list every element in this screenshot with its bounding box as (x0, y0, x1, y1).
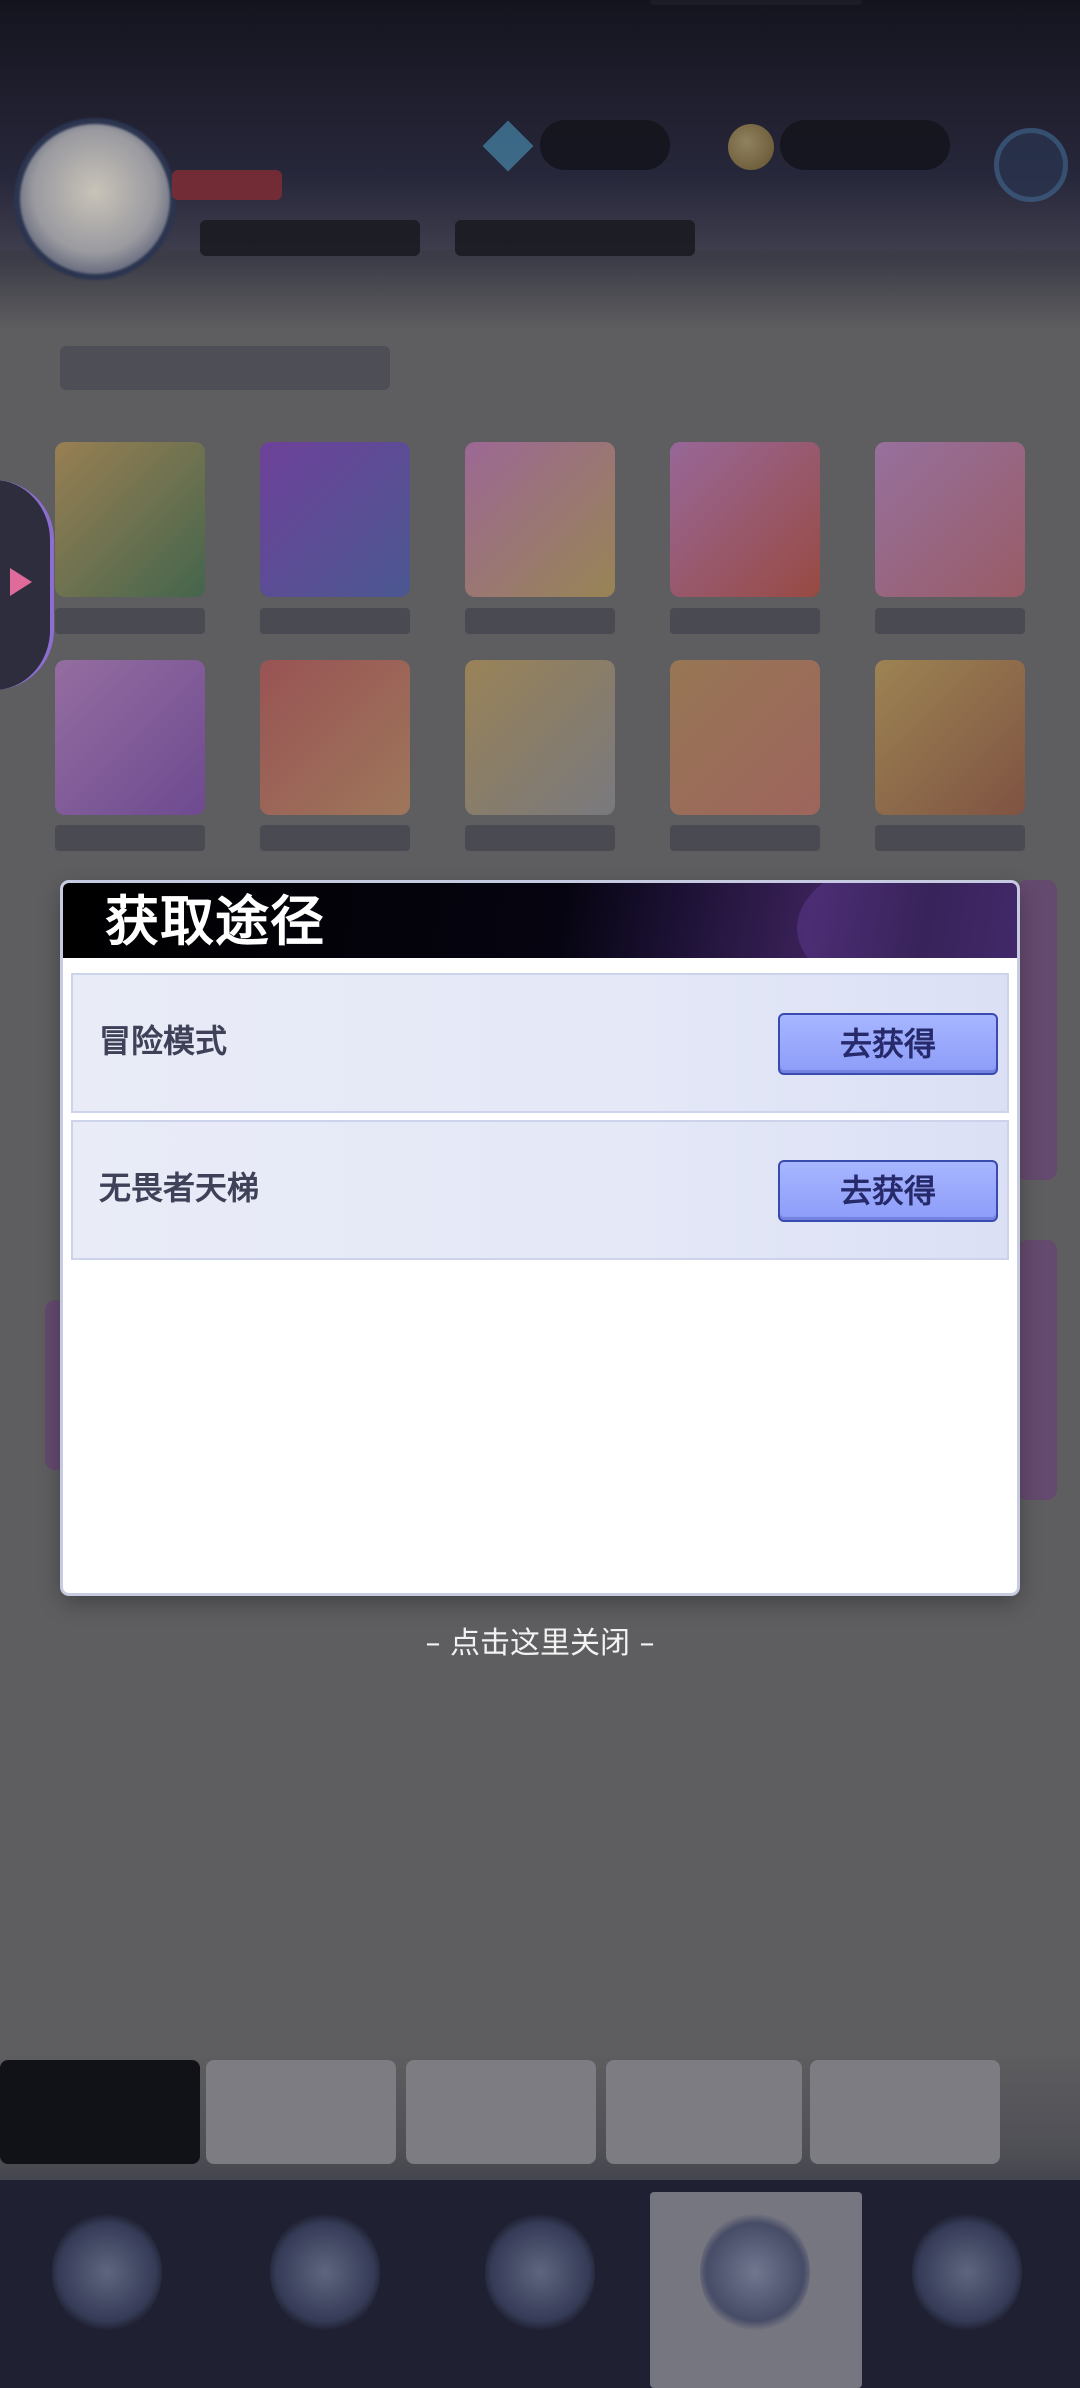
card-label (55, 608, 205, 634)
nav-item (700, 2212, 810, 2332)
route-row-ladder: 无畏者天梯 去获得 (71, 1120, 1009, 1260)
currency-gems (540, 120, 670, 170)
go-obtain-button[interactable]: 去获得 (778, 1160, 998, 1222)
avatar (14, 118, 176, 280)
settings-icon (994, 128, 1068, 202)
nav-item (52, 2212, 162, 2332)
stat-chip-1 (200, 220, 420, 256)
tab-strip-item (810, 2060, 1000, 2164)
acquire-routes-dialog: 获取途径 冒险模式 去获得 无畏者天梯 去获得 (63, 883, 1017, 1593)
card-label (875, 825, 1025, 851)
card-item (45, 1300, 65, 1470)
tab-strip-item (0, 2060, 200, 2164)
card-label (465, 825, 615, 851)
card-item (670, 442, 820, 597)
card-item (55, 660, 205, 815)
card-label (55, 825, 205, 851)
card-item (260, 442, 410, 597)
player-name-blur (172, 170, 282, 200)
card-item (875, 442, 1025, 597)
card-item (465, 660, 615, 815)
card-label (465, 608, 615, 634)
card-item (1017, 880, 1057, 1180)
tab-strip-item (606, 2060, 802, 2164)
card-item (1017, 1240, 1057, 1500)
dialog-title: 获取途径 (105, 889, 325, 953)
card-label (260, 825, 410, 851)
card-label (670, 608, 820, 634)
stat-chip-2 (455, 220, 695, 256)
side-arrow-icon (10, 568, 32, 596)
card-item (875, 660, 1025, 815)
currency-coins (780, 120, 950, 170)
card-item (670, 660, 820, 815)
nav-item (270, 2212, 380, 2332)
route-name: 冒险模式 (99, 1022, 228, 1060)
card-item (260, 660, 410, 815)
go-obtain-button[interactable]: 去获得 (778, 1013, 998, 1075)
route-row-adventure: 冒险模式 去获得 (71, 973, 1009, 1113)
card-item (465, 442, 615, 597)
coin-icon (728, 124, 774, 170)
route-list: 冒险模式 去获得 无畏者天梯 去获得 (71, 973, 1009, 1267)
section-title-blur (60, 346, 390, 390)
dialog-header: 获取途径 (63, 883, 1017, 958)
card-label (670, 825, 820, 851)
close-hint[interactable]: – 点击这里关闭 – (0, 1624, 1080, 1664)
card-label (875, 608, 1025, 634)
card-label (260, 608, 410, 634)
route-name: 无畏者天梯 (99, 1169, 260, 1207)
card-item (55, 442, 205, 597)
nav-item (485, 2212, 595, 2332)
tab-strip-item (206, 2060, 396, 2164)
nav-item (912, 2212, 1022, 2332)
tab-strip-item (406, 2060, 596, 2164)
